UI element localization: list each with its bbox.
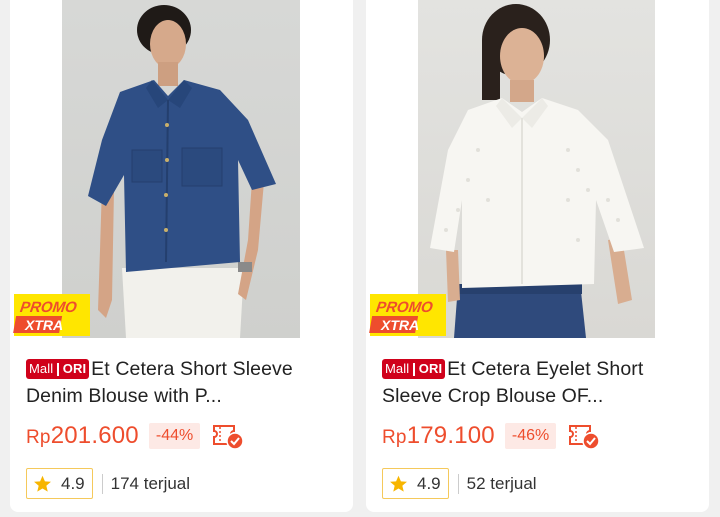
product-image[interactable]: PROMO XTRA xyxy=(10,0,353,338)
rating-value: 4.9 xyxy=(417,473,441,493)
product-image[interactable]: PROMO XTRA xyxy=(366,0,709,338)
mall-ori-badge: Mall ORI xyxy=(26,359,90,379)
divider xyxy=(101,473,103,494)
star-icon xyxy=(34,475,51,492)
product-title[interactable]: Mall ORI Et Cetera Short Sleeve Denim Blou… xyxy=(26,356,340,410)
product-card[interactable]: PROMO XTRA Mall ORI Et Cetera Short Sleeve… xyxy=(10,0,353,512)
product-price: Rp201.600 xyxy=(26,422,139,449)
svg-text:PROMO: PROMO xyxy=(375,299,434,316)
divider xyxy=(457,473,459,494)
product-price: Rp179.100 xyxy=(382,422,495,449)
discount-badge: -44% xyxy=(148,423,201,449)
star-icon xyxy=(390,475,407,492)
promo-xtra-badge: PROMO XTRA xyxy=(13,294,90,336)
voucher-check-icon xyxy=(213,425,244,450)
rating-value: 4.9 xyxy=(61,473,85,493)
rating-sold-row: 4.9 52 terjual xyxy=(382,468,537,499)
svg-text:PROMO: PROMO xyxy=(19,299,78,316)
sold-count: 52 terjual xyxy=(466,473,537,493)
rating-badge: 4.9 xyxy=(382,468,449,499)
promo-xtra-badge: PROMO XTRA xyxy=(369,294,446,336)
svg-text:XTRA: XTRA xyxy=(380,317,419,333)
product-photo-eyelet-blouse xyxy=(418,0,655,338)
discount-badge: -46% xyxy=(504,423,557,449)
sold-count: 174 terjual xyxy=(110,473,191,493)
price-row: Rp201.600 -44% xyxy=(26,418,244,454)
rating-badge: 4.9 xyxy=(26,468,93,499)
product-card[interactable]: PROMO XTRA Mall ORI Et Cetera Eyelet Short… xyxy=(366,0,709,512)
product-title[interactable]: Mall ORI Et Cetera Eyelet Short Sleeve Cro… xyxy=(382,356,696,410)
voucher-check-icon xyxy=(569,425,600,450)
product-photo-denim-blouse xyxy=(62,0,300,338)
svg-text:XTRA: XTRA xyxy=(24,317,63,333)
price-row: Rp179.100 -46% xyxy=(382,418,600,454)
rating-sold-row: 4.9 174 terjual xyxy=(26,468,190,499)
mall-ori-badge: Mall ORI xyxy=(382,359,446,379)
